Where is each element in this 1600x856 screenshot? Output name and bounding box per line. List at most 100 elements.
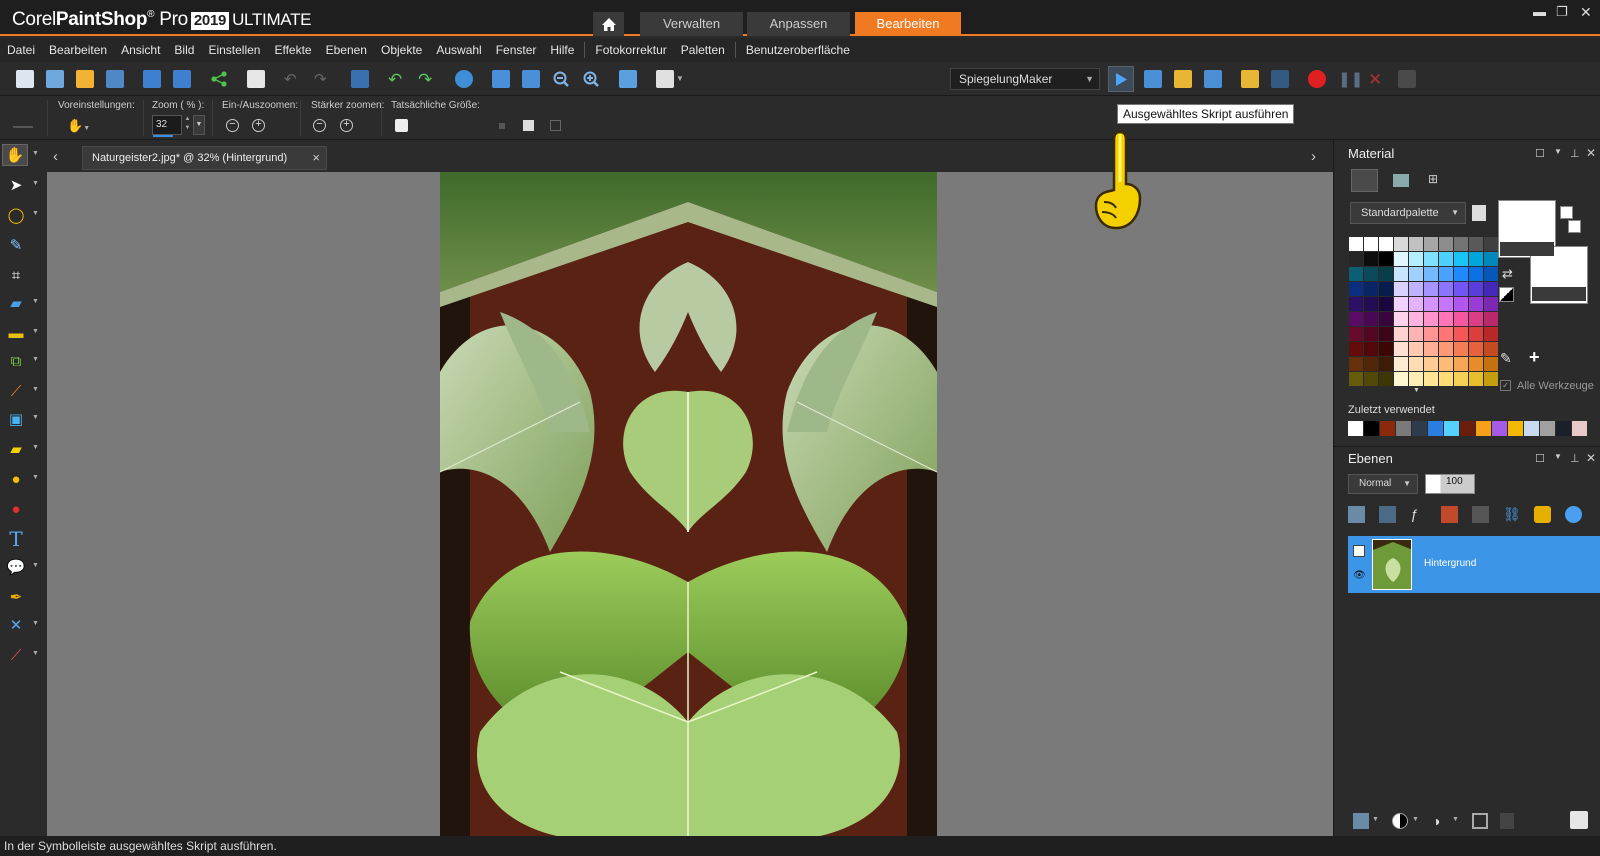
color-swatch[interactable] bbox=[1394, 252, 1408, 266]
recent-color-swatch[interactable] bbox=[1476, 421, 1491, 436]
warp-tool-icon[interactable]: ✕ bbox=[5, 614, 27, 636]
dropper-icon[interactable]: ✎ bbox=[1500, 350, 1512, 367]
color-swatch[interactable] bbox=[1484, 297, 1498, 311]
color-swatch[interactable] bbox=[1394, 267, 1408, 281]
tool-dropdown-icon[interactable]: ▼ bbox=[32, 414, 39, 421]
home-tab[interactable] bbox=[593, 12, 624, 36]
menu-auswahl[interactable]: Auswahl bbox=[429, 43, 488, 57]
tool-dropdown-icon[interactable]: ▼ bbox=[32, 210, 39, 217]
color-swatch[interactable] bbox=[1379, 297, 1393, 311]
menu-paletten[interactable]: Paletten bbox=[674, 43, 732, 57]
share-icon[interactable] bbox=[210, 70, 228, 88]
color-swatch[interactable] bbox=[1409, 312, 1423, 326]
color-swatch[interactable] bbox=[1394, 312, 1408, 326]
color-swatch[interactable] bbox=[1469, 327, 1483, 341]
color-swatch[interactable] bbox=[1379, 312, 1393, 326]
color-swatch[interactable] bbox=[1364, 237, 1378, 251]
save-icon[interactable] bbox=[143, 70, 161, 88]
adjustment-layer-icon[interactable] bbox=[1392, 813, 1408, 829]
menu-hilfe[interactable]: Hilfe bbox=[543, 43, 581, 57]
color-swatch[interactable] bbox=[1379, 327, 1393, 341]
color-swatch[interactable] bbox=[1454, 267, 1468, 281]
tool-dropdown-icon[interactable]: ▼ bbox=[32, 180, 39, 187]
color-swatch[interactable] bbox=[1439, 327, 1453, 341]
zoom-in-icon[interactable] bbox=[582, 70, 600, 88]
color-swatch[interactable] bbox=[1349, 237, 1363, 251]
load-script-icon[interactable] bbox=[1241, 70, 1259, 88]
small-bg-swatch[interactable] bbox=[1568, 220, 1581, 233]
eraser-tool-icon[interactable]: ▰ bbox=[5, 438, 27, 460]
panel-close-icon[interactable]: ✕ bbox=[1586, 451, 1596, 465]
menu-ansicht[interactable]: Ansicht bbox=[114, 43, 167, 57]
color-swatch[interactable] bbox=[1484, 252, 1498, 266]
record-icon[interactable] bbox=[1308, 70, 1326, 88]
color-swatch[interactable] bbox=[1454, 282, 1468, 296]
color-swatch[interactable] bbox=[1364, 357, 1378, 371]
color-swatch[interactable] bbox=[1409, 297, 1423, 311]
color-swatch[interactable] bbox=[1379, 252, 1393, 266]
color-swatch-grid[interactable] bbox=[1349, 237, 1498, 386]
color-swatch[interactable] bbox=[1439, 312, 1453, 326]
color-swatch[interactable] bbox=[1394, 372, 1408, 386]
retouch-tool-icon[interactable]: ⟋ bbox=[5, 644, 27, 666]
fill-tool-icon[interactable]: ▣ bbox=[5, 408, 27, 430]
color-swatch[interactable] bbox=[1409, 372, 1423, 386]
recent-color-swatch[interactable] bbox=[1556, 421, 1571, 436]
swap-colors-icon[interactable]: ⇄ bbox=[1502, 266, 1518, 282]
recent-color-swatch[interactable] bbox=[1348, 421, 1363, 436]
layer-up-icon[interactable] bbox=[1348, 506, 1365, 523]
color-swatch[interactable] bbox=[1409, 252, 1423, 266]
minimize-icon[interactable]: ▬ bbox=[1533, 4, 1546, 19]
straighten-tool-icon[interactable]: ▰ bbox=[5, 292, 27, 314]
save-as-icon[interactable] bbox=[173, 70, 191, 88]
layer-fx-icon[interactable]: ƒ bbox=[1410, 506, 1427, 523]
menu-bild[interactable]: Bild bbox=[167, 43, 201, 57]
color-swatch[interactable] bbox=[1439, 342, 1453, 356]
zoom-in-button[interactable]: + bbox=[252, 119, 265, 132]
color-swatch[interactable] bbox=[1484, 267, 1498, 281]
color-swatch[interactable] bbox=[1409, 327, 1423, 341]
color-swatch[interactable] bbox=[1439, 252, 1453, 266]
chevron-down-icon[interactable]: ▼ bbox=[1412, 816, 1419, 823]
undo-icon[interactable]: ↶ bbox=[388, 70, 406, 89]
recent-color-swatch[interactable] bbox=[1412, 421, 1427, 436]
save-record-icon[interactable] bbox=[1398, 70, 1416, 88]
color-swatch[interactable] bbox=[1454, 312, 1468, 326]
script-dialog-icon[interactable] bbox=[1204, 70, 1222, 88]
tool-dropdown-icon[interactable]: ▼ bbox=[32, 386, 39, 393]
color-swatch[interactable] bbox=[1409, 342, 1423, 356]
zoom-spinner[interactable]: ▲ ▼ bbox=[182, 115, 193, 135]
recent-color-swatch[interactable] bbox=[1492, 421, 1507, 436]
color-swatch[interactable] bbox=[1439, 357, 1453, 371]
color-swatch[interactable] bbox=[1484, 327, 1498, 341]
color-swatch[interactable] bbox=[1424, 312, 1438, 326]
hand-preset-icon[interactable]: ✋▼ bbox=[67, 118, 90, 134]
document-tab[interactable]: Naturgeister2.jpg* @ 32% (Hintergrund) × bbox=[82, 146, 327, 170]
color-swatch[interactable] bbox=[1454, 342, 1468, 356]
color-swatch[interactable] bbox=[1454, 237, 1468, 251]
color-swatch[interactable] bbox=[1394, 342, 1408, 356]
color-swatch[interactable] bbox=[1394, 237, 1408, 251]
info-icon[interactable] bbox=[455, 70, 473, 88]
tool-dropdown-icon[interactable]: ▼ bbox=[32, 474, 39, 481]
blend-mode-select[interactable]: Normal ▼ bbox=[1348, 474, 1418, 494]
stop-icon[interactable] bbox=[1271, 70, 1289, 88]
color-swatch[interactable] bbox=[1424, 237, 1438, 251]
recent-color-swatch[interactable] bbox=[1460, 421, 1475, 436]
color-swatch[interactable] bbox=[1409, 282, 1423, 296]
menu-objekte[interactable]: Objekte bbox=[374, 43, 429, 57]
open-folder-icon[interactable] bbox=[76, 70, 94, 88]
script-edit-icon[interactable] bbox=[1174, 70, 1192, 88]
color-swatch[interactable] bbox=[1379, 237, 1393, 251]
bg-material-controls[interactable] bbox=[1532, 287, 1586, 301]
color-swatch[interactable] bbox=[1394, 282, 1408, 296]
menu-fotokorrektur[interactable]: Fotokorrektur bbox=[588, 43, 673, 57]
color-swatch[interactable] bbox=[1454, 297, 1468, 311]
color-swatch[interactable] bbox=[1454, 372, 1468, 386]
tool-dropdown-icon[interactable]: ▼ bbox=[32, 150, 39, 157]
recent-color-swatch[interactable] bbox=[1524, 421, 1539, 436]
view-medium-icon[interactable] bbox=[523, 120, 534, 131]
tab-bearbeiten[interactable]: Bearbeiten bbox=[855, 12, 961, 36]
paste-icon[interactable] bbox=[656, 70, 674, 88]
script-step-icon[interactable] bbox=[1144, 70, 1162, 88]
